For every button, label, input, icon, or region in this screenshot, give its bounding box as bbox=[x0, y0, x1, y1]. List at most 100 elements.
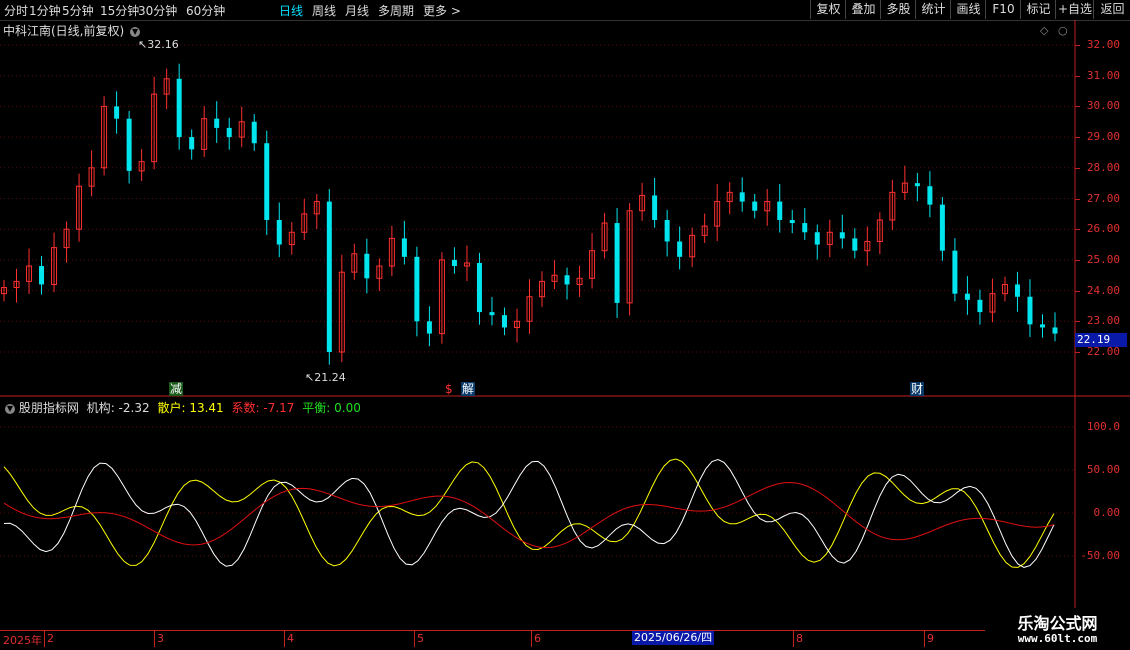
reduce-tag[interactable]: 减 bbox=[169, 382, 184, 396]
date-tick bbox=[154, 631, 155, 647]
candle-body bbox=[39, 266, 45, 285]
candle-body bbox=[614, 223, 620, 303]
candle-body bbox=[114, 106, 120, 119]
price-tick-label: 31.00 bbox=[1086, 68, 1120, 82]
date-tick-label: 9 bbox=[927, 632, 934, 645]
date-tick bbox=[924, 631, 925, 647]
watermark: 乐淘公式网 www.60lt.com bbox=[985, 608, 1130, 650]
candle-body bbox=[276, 219, 282, 245]
date-tick bbox=[531, 631, 532, 647]
indicator-line-3: 平衡: 0.00 bbox=[302, 401, 361, 415]
price-tick bbox=[1075, 259, 1080, 261]
price-tick bbox=[1075, 167, 1080, 169]
price-tick bbox=[1075, 321, 1080, 323]
candle-body bbox=[839, 232, 845, 239]
candle-body bbox=[1014, 284, 1020, 297]
candle-body bbox=[489, 312, 495, 316]
candle-body bbox=[414, 256, 420, 322]
candle-body bbox=[214, 118, 220, 128]
price-tick bbox=[1075, 352, 1080, 353]
chevron-down-icon[interactable]: ▼ bbox=[5, 403, 15, 414]
price-chart[interactable]: ◇ ○ bbox=[0, 0, 1130, 650]
unlock-tag[interactable]: 解 bbox=[461, 382, 476, 396]
candle-body bbox=[176, 78, 182, 138]
price-tick bbox=[1075, 106, 1080, 108]
candle-body bbox=[927, 186, 933, 205]
cursor-date: 2025/06/26/四 bbox=[632, 631, 715, 645]
indicator-tick-label: -50.00 bbox=[1080, 549, 1120, 562]
candle-body bbox=[752, 201, 758, 211]
date-tick bbox=[793, 631, 794, 647]
candle-body bbox=[226, 127, 232, 138]
candle-body bbox=[1039, 324, 1045, 328]
price-tick-label: 29.00 bbox=[1086, 130, 1120, 144]
candle-body bbox=[952, 250, 958, 294]
indicator-line-2: 系数: -7.17 bbox=[231, 401, 295, 415]
candle-body bbox=[451, 259, 457, 267]
price-tick-label: 30.00 bbox=[1086, 99, 1120, 113]
date-tick-label: 2 bbox=[47, 632, 54, 645]
candle-body bbox=[652, 195, 658, 220]
current-price-tag: 22.19 bbox=[1075, 333, 1127, 347]
low-annotation: ↖21.24 bbox=[305, 371, 346, 384]
candle-body bbox=[677, 241, 683, 257]
price-tick bbox=[1075, 75, 1080, 77]
price-tick bbox=[1075, 45, 1080, 46]
candle-body bbox=[189, 137, 195, 150]
candle-body bbox=[739, 192, 745, 202]
date-axis: 2025年 2 3 4 5 6 8 9 bbox=[0, 630, 1075, 647]
price-tick-label: 23.00 bbox=[1086, 314, 1120, 328]
indicator-line-1: 散户: 13.41 bbox=[157, 401, 224, 415]
indicator-name: 股朋指标网 bbox=[18, 401, 79, 415]
price-tick bbox=[1075, 229, 1080, 231]
candle-body bbox=[814, 232, 820, 245]
price-tick bbox=[1075, 198, 1080, 200]
candle-body bbox=[251, 121, 257, 144]
price-tick-label: 24.00 bbox=[1086, 283, 1120, 297]
candle-body bbox=[914, 183, 920, 187]
indicator-tick-label: 0.00 bbox=[1093, 506, 1121, 519]
date-tick bbox=[44, 631, 45, 647]
finance-tag[interactable]: 财 bbox=[910, 382, 925, 396]
candle-body bbox=[664, 219, 670, 242]
candle-body bbox=[1027, 296, 1033, 325]
candle-body bbox=[364, 253, 370, 279]
watermark-url: www.60lt.com bbox=[1017, 632, 1098, 645]
date-tick bbox=[414, 631, 415, 647]
date-tick-label: 4 bbox=[287, 632, 294, 645]
price-tick-label: 26.00 bbox=[1086, 222, 1120, 236]
candle-body bbox=[802, 223, 808, 233]
watermark-title: 乐淘公式网 bbox=[1017, 614, 1098, 633]
indicator-title: ▼ 股朋指标网 机构: -2.32 散户: 13.41 系数: -7.17 平衡… bbox=[3, 399, 361, 416]
candle-body bbox=[852, 238, 858, 251]
candle-body bbox=[426, 321, 432, 334]
candle-body bbox=[501, 315, 507, 328]
candle-body bbox=[789, 219, 795, 224]
price-tick-label: 32.00 bbox=[1086, 38, 1120, 51]
candle-body bbox=[964, 293, 970, 300]
candle-body bbox=[476, 262, 482, 313]
date-tick-label: 5 bbox=[417, 632, 424, 645]
date-tick bbox=[284, 631, 285, 647]
coefficient-line bbox=[3, 481, 1055, 549]
diamond-icon[interactable]: ◇ bbox=[1040, 24, 1049, 37]
indicator-line-0: 机构: -2.32 bbox=[86, 401, 150, 415]
candle-body bbox=[1052, 327, 1058, 334]
candle-body bbox=[777, 201, 783, 220]
high-annotation: ↖32.16 bbox=[138, 38, 179, 51]
candle-body bbox=[126, 118, 132, 171]
date-tick-label: 6 bbox=[534, 632, 541, 645]
indicator-tick-label: 100.0 bbox=[1086, 420, 1120, 433]
circle-icon[interactable]: ○ bbox=[1058, 24, 1068, 37]
date-tick-label: 8 bbox=[796, 632, 803, 645]
date-tick-label: 3 bbox=[157, 632, 164, 645]
candle-body bbox=[564, 275, 570, 285]
candle-body bbox=[264, 143, 270, 220]
price-tick-label: 25.00 bbox=[1086, 252, 1120, 266]
price-tick-label: 27.00 bbox=[1086, 191, 1120, 205]
candle-body bbox=[401, 238, 407, 257]
date-tick-label: 2025年 bbox=[3, 634, 42, 647]
price-tick-label: 28.00 bbox=[1086, 160, 1120, 174]
dollar-tag[interactable]: $ bbox=[444, 382, 454, 396]
price-tick bbox=[1075, 137, 1080, 139]
